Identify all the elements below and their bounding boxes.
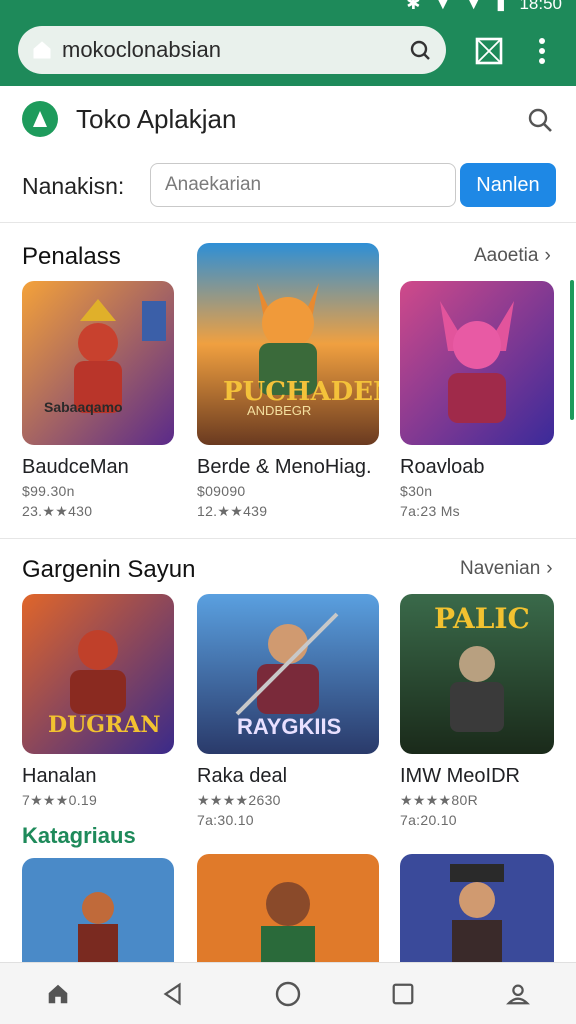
- app-logo: [22, 101, 58, 137]
- app-rating: ★★★★2630: [197, 792, 281, 808]
- thumbnail-title: DUGRAN: [48, 712, 161, 738]
- thumbnail-title: RAYGKIIS: [237, 714, 342, 739]
- section-title: Gargenin Sayun: [22, 556, 196, 583]
- more-menu-icon[interactable]: [532, 36, 552, 66]
- search-label: Nanakisn:: [22, 173, 125, 199]
- app-name[interactable]: Hanalan: [22, 765, 97, 788]
- app-name[interactable]: Berde & MenoHiag.: [197, 456, 372, 479]
- app-rating: 7★★★0.19: [22, 792, 98, 808]
- wifi-icon: ▼: [434, 0, 452, 13]
- app-thumbnail[interactable]: RAYGKIIS: [197, 594, 379, 754]
- app-thumbnail[interactable]: [400, 281, 554, 445]
- app-thumbnail[interactable]: PALIC: [400, 594, 554, 754]
- section-title: Penalass: [22, 243, 121, 270]
- app-thumbnail[interactable]: DUGRAN: [22, 594, 174, 754]
- status-bar: ✱ ▼ ▼ ▮ 18:50: [406, 0, 562, 14]
- search-input[interactable]: [150, 163, 456, 207]
- profile-icon[interactable]: [502, 978, 534, 1010]
- battery-icon: ▮: [496, 0, 506, 13]
- bottom-navigation: [0, 962, 576, 1024]
- search-icon[interactable]: [526, 106, 554, 134]
- scroll-indicator[interactable]: [570, 280, 574, 420]
- app-thumbnail[interactable]: [22, 858, 174, 962]
- app-title: Toko Aplakjan: [76, 104, 237, 134]
- app-meta: $99.30n: [22, 483, 75, 499]
- app-thumbnail[interactable]: [400, 854, 554, 962]
- divider: [0, 222, 576, 223]
- section-more-link[interactable]: Aaoetia ›: [474, 245, 551, 267]
- thumbnail-title: Sabaaqamo: [44, 399, 123, 415]
- section-more-link[interactable]: Navenian ›: [460, 558, 553, 580]
- app-name[interactable]: Roavloab: [400, 456, 485, 479]
- thumbnail-title: PALIC: [434, 602, 530, 635]
- section-more-label: Aaoetia: [474, 245, 539, 266]
- home-icon[interactable]: [42, 978, 74, 1010]
- back-icon[interactable]: [157, 978, 189, 1010]
- url-text[interactable]: mokoclonabsian: [62, 37, 408, 63]
- app-meta: $30n: [400, 483, 433, 499]
- recents-icon[interactable]: [387, 978, 419, 1010]
- thumbnail-subtitle: ANDBEGR: [247, 403, 312, 418]
- chevron-right-icon: ›: [544, 245, 551, 266]
- section-more-label: Navenian: [460, 558, 541, 579]
- app-thumbnail[interactable]: PUCHADEN ANDBEGR: [197, 243, 379, 445]
- category-title: Katagriaus: [22, 823, 136, 848]
- app-meta: $09090: [197, 483, 246, 499]
- app-rating: ★★★★80R: [400, 792, 478, 808]
- app-rating: 23.★★430: [22, 503, 93, 519]
- signal-icon: ▼: [465, 0, 483, 13]
- tabs-icon[interactable]: [474, 36, 504, 66]
- home-url-icon: [33, 41, 51, 59]
- app-meta: 7a:30.10: [197, 812, 254, 828]
- search-button[interactable]: Nanlen: [460, 163, 556, 207]
- app-name[interactable]: IMW MeoIDR: [400, 765, 520, 788]
- reload-icon[interactable]: [408, 38, 432, 62]
- app-thumbnail[interactable]: Sabaaqamo: [22, 281, 174, 445]
- app-name[interactable]: BaudceMan: [22, 456, 129, 479]
- app-meta: 7a:20.10: [400, 812, 457, 828]
- app-rating: 7a:23 Ms: [400, 503, 460, 519]
- app-rating: 12.★★439: [197, 503, 268, 519]
- divider: [0, 538, 576, 539]
- circle-home-icon[interactable]: [272, 978, 304, 1010]
- settings-status-icon: ✱: [406, 0, 421, 13]
- url-bar[interactable]: mokoclonabsian: [18, 26, 446, 74]
- app-thumbnail[interactable]: [197, 854, 379, 962]
- chevron-right-icon: ›: [546, 558, 553, 579]
- status-time: 18:50: [519, 0, 562, 13]
- app-name[interactable]: Raka deal: [197, 765, 287, 788]
